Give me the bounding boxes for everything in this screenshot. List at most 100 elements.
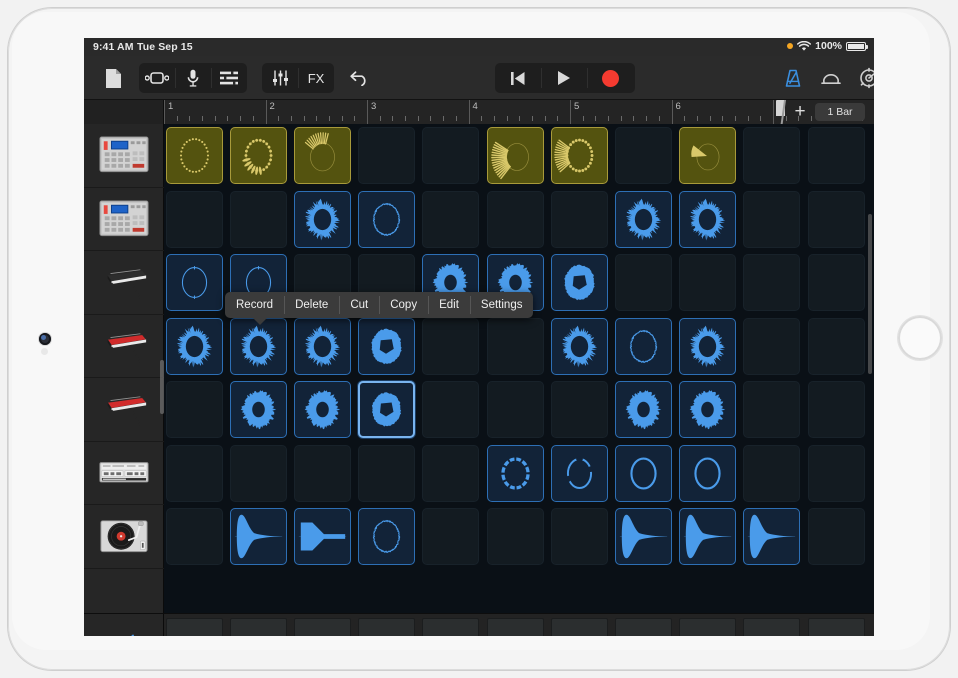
loop-cell-filled[interactable] [679, 508, 736, 565]
metronome-button[interactable] [778, 63, 808, 93]
cell-length-button[interactable]: 1 Bar [815, 103, 865, 121]
microphone-button[interactable] [175, 63, 211, 93]
play-scene-button[interactable] [743, 618, 800, 636]
context-menu-item-copy[interactable]: Copy [379, 292, 428, 318]
loop-cell-filled[interactable] [230, 318, 287, 375]
loop-browser-button[interactable] [139, 63, 175, 93]
loop-cell-filled[interactable] [679, 445, 736, 502]
loop-cell-empty[interactable] [487, 191, 544, 248]
loop-cell-empty[interactable] [743, 254, 800, 311]
loop-cell-empty[interactable] [615, 127, 672, 184]
loop-cell-filled[interactable] [294, 508, 351, 565]
loop-cell-filled[interactable] [166, 127, 223, 184]
grid-scrollbar[interactable] [868, 214, 872, 374]
loop-button[interactable] [816, 63, 846, 93]
cell-edit-button[interactable] [84, 614, 164, 636]
loop-cell-empty[interactable] [422, 508, 479, 565]
loop-cell-filled[interactable] [294, 191, 351, 248]
track-keyboard-red-1[interactable] [84, 315, 164, 379]
play-scene-button[interactable] [230, 618, 287, 636]
ruler-bars[interactable]: 1234567 [164, 100, 874, 124]
loop-cell-empty[interactable] [551, 191, 608, 248]
loop-cell-empty[interactable] [422, 381, 479, 438]
loop-cell-empty[interactable] [743, 445, 800, 502]
play-scene-button[interactable] [422, 618, 479, 636]
play-scene-button[interactable] [808, 618, 865, 636]
play-scene-button[interactable] [294, 618, 351, 636]
track-turntable[interactable] [84, 505, 164, 569]
play-scene-button[interactable] [487, 618, 544, 636]
context-menu-item-cut[interactable]: Cut [339, 292, 379, 318]
loop-cell-filled[interactable] [358, 318, 415, 375]
track-drum-machine-2[interactable] [84, 188, 164, 252]
loop-cell-filled[interactable] [551, 445, 608, 502]
loop-cell-empty[interactable] [551, 381, 608, 438]
loop-cell-filled[interactable] [615, 318, 672, 375]
loop-cell-filled[interactable] [487, 127, 544, 184]
cell-context-menu[interactable]: RecordDeleteCutCopyEditSettings [225, 292, 533, 318]
rewind-button[interactable] [495, 63, 541, 93]
context-menu-item-edit[interactable]: Edit [428, 292, 470, 318]
loop-cell-empty[interactable] [230, 191, 287, 248]
loop-cell-empty[interactable] [166, 381, 223, 438]
play-scene-button[interactable] [551, 618, 608, 636]
loop-cell-filled[interactable] [166, 254, 223, 311]
loop-cell-empty[interactable] [808, 127, 865, 184]
loop-cell-empty[interactable] [808, 254, 865, 311]
loop-cell-empty[interactable] [422, 445, 479, 502]
loop-cell-empty[interactable] [808, 318, 865, 375]
loop-cell-filled[interactable] [615, 191, 672, 248]
loop-cell-filled[interactable] [166, 318, 223, 375]
loop-cell-empty[interactable] [743, 191, 800, 248]
loop-cell-empty[interactable] [679, 254, 736, 311]
loop-cell-filled[interactable] [358, 508, 415, 565]
loop-cell-empty[interactable] [166, 445, 223, 502]
loop-cell-empty[interactable] [422, 318, 479, 375]
track-sampler[interactable] [84, 442, 164, 506]
loop-cell-empty[interactable] [743, 127, 800, 184]
add-section-button[interactable]: + [790, 102, 810, 122]
loop-cell-empty[interactable] [358, 127, 415, 184]
record-button[interactable] [587, 63, 633, 93]
loop-cell-empty[interactable] [551, 508, 608, 565]
loop-cell-empty[interactable] [166, 191, 223, 248]
loop-cell-filled[interactable] [615, 508, 672, 565]
loop-cell-empty[interactable] [743, 318, 800, 375]
loop-cell-empty[interactable] [808, 381, 865, 438]
loop-cell-empty[interactable] [294, 445, 351, 502]
loop-cell-filled[interactable] [487, 445, 544, 502]
loop-cell-filled[interactable] [358, 191, 415, 248]
my-songs-button[interactable] [98, 63, 128, 93]
loop-cell-empty[interactable] [422, 127, 479, 184]
loop-cell-empty[interactable] [358, 445, 415, 502]
play-scene-button[interactable] [679, 618, 736, 636]
loop-cell-filled[interactable] [743, 508, 800, 565]
loop-cell-filled[interactable] [615, 381, 672, 438]
play-button[interactable] [541, 63, 587, 93]
loop-cell-filled[interactable] [679, 191, 736, 248]
loop-cell-empty[interactable] [808, 191, 865, 248]
loop-cell-filled[interactable] [615, 445, 672, 502]
loop-cell-filled[interactable] [551, 254, 608, 311]
context-menu-item-settings[interactable]: Settings [470, 292, 534, 318]
loop-cell-empty[interactable] [615, 254, 672, 311]
loop-cell-filled[interactable] [679, 127, 736, 184]
context-menu-item-delete[interactable]: Delete [284, 292, 339, 318]
loop-cell-filled[interactable] [551, 127, 608, 184]
loop-cell-filled[interactable] [294, 318, 351, 375]
loop-cell-empty[interactable] [487, 381, 544, 438]
loop-cell-filled[interactable] [551, 318, 608, 375]
loop-cell-filled[interactable] [230, 508, 287, 565]
fx-button[interactable]: FX [298, 63, 334, 93]
play-scene-button[interactable] [615, 618, 672, 636]
track-keyboard-black[interactable] [84, 251, 164, 315]
loop-cell-empty[interactable] [230, 445, 287, 502]
loop-cell-filled[interactable] [679, 318, 736, 375]
settings-button[interactable] [854, 63, 874, 93]
context-menu-item-record[interactable]: Record [225, 292, 284, 318]
undo-button[interactable] [342, 63, 378, 93]
tracks-view-button[interactable] [211, 63, 247, 93]
loop-cell-empty[interactable] [808, 445, 865, 502]
loop-cell-filled[interactable] [230, 127, 287, 184]
vertical-scrollbar[interactable] [160, 360, 164, 414]
